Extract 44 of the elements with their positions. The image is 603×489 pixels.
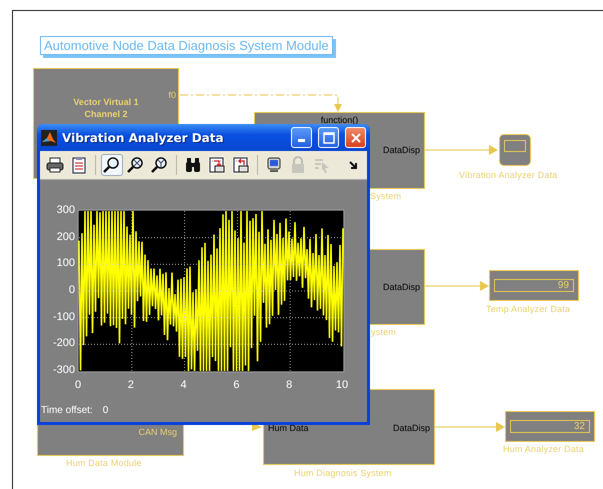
axis-tick-label: 6 <box>232 378 240 392</box>
axis-tick-label: 200 <box>56 230 75 244</box>
block-label: Temp Analyzer Data <box>486 304 570 314</box>
axis-tick-label: 10 <box>334 378 349 392</box>
axis-tick-label: -200 <box>52 336 75 350</box>
port-label: DataDisp <box>382 145 420 155</box>
axis-tick-label: 0 <box>68 282 75 297</box>
diagram-title: Automotive Node Data Diagnosis System Module <box>40 36 333 55</box>
axis-tick-label: 4 <box>180 378 188 392</box>
block-text: Channel 2 <box>84 109 128 119</box>
block-label: Hum Data Module <box>66 458 142 468</box>
close-icon <box>350 132 362 144</box>
port-label: DataDisp <box>392 423 430 433</box>
block-text: Vector Virtual 1 <box>73 97 139 107</box>
port-label: function() <box>320 115 360 125</box>
axis-tick-label: -300 <box>52 362 75 377</box>
axis-tick-label: 100 <box>56 256 75 270</box>
display-value: 32 <box>510 420 590 433</box>
minimize-button[interactable] <box>291 127 312 148</box>
axis-tick-label: 0 <box>74 378 82 392</box>
display-value: 99 <box>494 279 574 292</box>
axis-tick-label: -100 <box>52 310 75 324</box>
maximize-icon <box>322 132 334 144</box>
block-label: System <box>370 191 402 201</box>
port-label: Hum Data <box>268 423 309 433</box>
maximize-button[interactable] <box>318 127 339 148</box>
close-button[interactable] <box>345 127 366 148</box>
block-label: Hum Diagnosis System <box>294 468 392 478</box>
connector-arrow <box>434 422 505 432</box>
display-block[interactable]: 32 <box>505 411 595 442</box>
port-label: DataDisp <box>382 282 420 292</box>
axis-tick-label: 300 <box>56 203 75 217</box>
dropdown-arrow-icon[interactable] <box>349 160 359 170</box>
app-icon <box>41 130 57 146</box>
block-label: ystem <box>371 327 396 337</box>
block-label: Vibration Analyzer Data <box>459 170 558 180</box>
port-label: CAN Msg <box>138 427 177 437</box>
zoom-button[interactable] <box>101 154 123 176</box>
display-block[interactable]: 99 <box>489 270 579 301</box>
axis-tick-label: 2 <box>126 378 135 392</box>
minimize-icon <box>298 139 305 142</box>
block-label: Hum Analyzer Data <box>503 444 584 454</box>
axis-tick-label: 8 <box>285 378 294 392</box>
port-label: f0 <box>168 90 176 100</box>
